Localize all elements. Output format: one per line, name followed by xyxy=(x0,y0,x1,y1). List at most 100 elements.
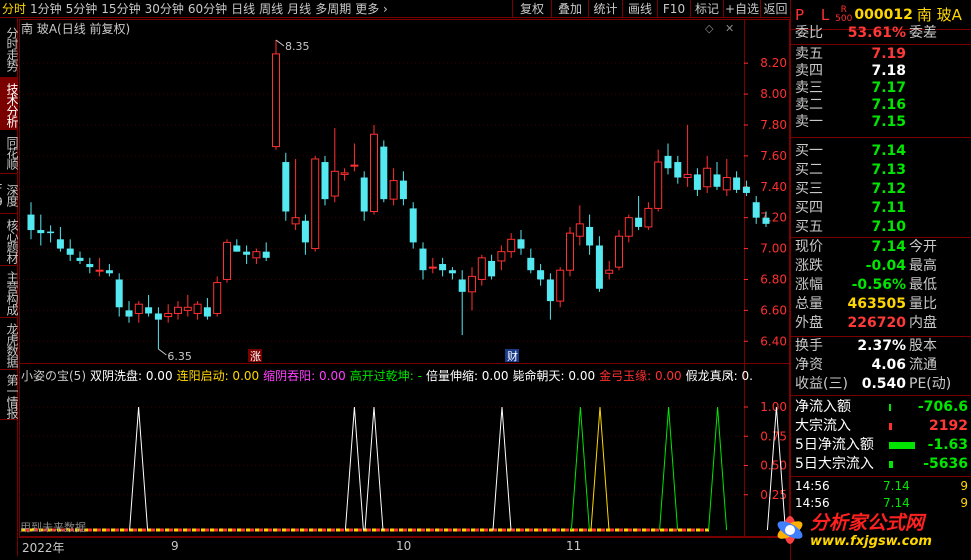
indicator-legend: 小姿の宝(5) 双阴洗盘: 0.00 连阳启动: 0.00 缩阴吞阳: 0.00 高开过… xyxy=(21,367,757,384)
kline-chart[interactable]: 8.208.007.807.607.407.207.006.806.606.40… xyxy=(19,19,790,537)
panel-divider xyxy=(791,476,971,477)
flow-bar-3 xyxy=(889,461,893,468)
weibi-row-value: 53.61% xyxy=(847,25,906,41)
indicator-item-7: 假龙真凤: 0. xyxy=(685,369,753,383)
left-tab-4[interactable]: 核心题材 xyxy=(0,214,19,266)
candle-body xyxy=(507,238,516,253)
tick-vol-0: 9 xyxy=(960,479,968,493)
low-pointer xyxy=(158,348,167,356)
quote-panel: P L R 500 000012 南 玻A 委比 53.61% 委差 卖五 7.19 卖四… xyxy=(790,0,971,560)
candle-body xyxy=(311,158,320,250)
toolbar-button-4[interactable]: F10 xyxy=(657,0,690,18)
toolbar-button-3[interactable]: 画线 xyxy=(622,0,657,18)
ind-tick-label: 1.00 xyxy=(760,400,787,414)
future-data-note: 用到未来数据 xyxy=(20,521,86,534)
flow-row-2: 5日净流入额 -1.63 xyxy=(791,436,971,455)
indicator-item-3: 高开过乾坤: - xyxy=(349,369,422,383)
candle-body xyxy=(27,214,35,231)
period-tab-3[interactable]: 15分钟 xyxy=(99,0,142,18)
chart-close-icon[interactable]: ✕ xyxy=(725,22,734,35)
period-tab-10[interactable]: 更多 › xyxy=(353,0,390,18)
stat2-row-2-label2: PE(动) xyxy=(909,376,952,392)
left-tab-0[interactable]: 分时走势 xyxy=(0,18,19,78)
candle-body xyxy=(674,162,682,178)
y-tick-label: 6.40 xyxy=(760,334,787,348)
period-tab-4[interactable]: 30分钟 xyxy=(143,0,186,18)
flow-bar-1 xyxy=(889,423,892,430)
candle-body xyxy=(95,269,104,272)
chart-title: 南 玻A(日线 前复权) xyxy=(21,22,131,36)
toolbar-button-5[interactable]: 标记 xyxy=(690,0,723,18)
toolbar-button-2[interactable]: 统计 xyxy=(588,0,622,18)
period-tab-0[interactable]: 分时 xyxy=(0,0,28,18)
candle-body xyxy=(468,275,476,293)
toolbar-button-1[interactable]: 叠加 xyxy=(551,0,588,18)
stat2-row-2: 收益(三) 0.540 PE(动) xyxy=(791,375,971,394)
stock-code[interactable]: 000012 xyxy=(854,7,912,23)
period-tab-1[interactable]: 1分钟 xyxy=(28,0,64,18)
candle-body xyxy=(477,257,486,280)
period-tab-5[interactable]: 60分钟 xyxy=(186,0,229,18)
candle-body xyxy=(213,282,222,314)
period-tab-2[interactable]: 5分钟 xyxy=(64,0,100,18)
candle-body xyxy=(488,260,496,277)
candle-body xyxy=(37,230,45,234)
period-tab-9[interactable]: 多周期 xyxy=(313,0,353,18)
bid-row-0: 买一 7.14 xyxy=(791,142,971,161)
stat2-row-0-label: 换手 xyxy=(795,338,823,354)
y-tick-label: 7.60 xyxy=(760,149,787,163)
candle-body xyxy=(272,53,280,148)
stat2-row-0-value: 2.37% xyxy=(857,338,906,354)
candle-body xyxy=(262,251,270,258)
candle-body xyxy=(223,241,231,280)
zhang-marker-text: 涨 xyxy=(250,350,261,363)
r500-badge: R 500 xyxy=(835,4,853,24)
left-tab-6[interactable]: 龙虎数据 xyxy=(0,318,19,370)
candle-body xyxy=(330,170,339,197)
candle-body xyxy=(703,167,712,188)
candle-body xyxy=(350,164,359,167)
chart-option-icon[interactable]: ◇ xyxy=(705,22,714,35)
y-tick-label: 6.80 xyxy=(760,272,787,286)
toolbar-button-7[interactable]: 返回 xyxy=(760,0,790,18)
indicator-item-5: 毙命朝天: 0.00 xyxy=(512,369,596,383)
bid-row-0-label: 买一 xyxy=(795,143,823,159)
toolbar-button-6[interactable]: +自选 xyxy=(723,0,760,18)
left-tab-3[interactable]: 深度F9 xyxy=(0,174,19,214)
candle-body xyxy=(439,264,447,271)
bid-row-4: 买五 7.10 xyxy=(791,218,971,237)
left-tab-1[interactable]: 技术分析 xyxy=(0,78,19,130)
indicator-item-1: 连阳启动: 0.00 xyxy=(176,369,260,383)
candle-body xyxy=(105,270,113,274)
candle-body xyxy=(399,180,407,200)
candle-body xyxy=(380,146,388,200)
left-tab-2[interactable]: 同花顺 xyxy=(0,130,19,174)
y-tick-label: 6.60 xyxy=(760,303,787,317)
candle-body xyxy=(56,239,64,249)
y-tick-label: 8.20 xyxy=(760,56,787,70)
period-tab-8[interactable]: 月线 xyxy=(285,0,313,18)
signal-spike xyxy=(364,406,384,531)
candle-body xyxy=(321,162,329,200)
candle-body xyxy=(174,306,182,314)
y-tick-label: 7.80 xyxy=(760,118,787,132)
period-tab-6[interactable]: 日线 xyxy=(229,0,257,18)
high-label: 8.35 xyxy=(285,40,310,53)
stock-name[interactable]: 南 玻A xyxy=(917,4,962,25)
indicator-item-0: 双阴洗盘: 0.00 xyxy=(90,369,173,383)
candle-body xyxy=(115,279,123,308)
period-tab-7[interactable]: 周线 xyxy=(257,0,285,18)
weibi-row-label: 委比 xyxy=(795,25,823,41)
candle-body xyxy=(722,177,731,191)
tick-time-0: 14:56 xyxy=(795,479,830,493)
indicator-name[interactable]: 小姿の宝(5) xyxy=(21,369,86,383)
left-tab-7[interactable]: 第一情报 xyxy=(0,370,19,420)
candle-body xyxy=(615,235,623,268)
candle-body xyxy=(389,180,398,200)
flow-value-3: -5636 xyxy=(923,456,968,472)
candle-body xyxy=(183,306,192,311)
panel-divider xyxy=(791,395,971,396)
toolbar-button-0[interactable]: 复权 xyxy=(512,0,551,18)
candle-body xyxy=(762,217,770,224)
left-tab-5[interactable]: 主营构成 xyxy=(0,266,19,318)
